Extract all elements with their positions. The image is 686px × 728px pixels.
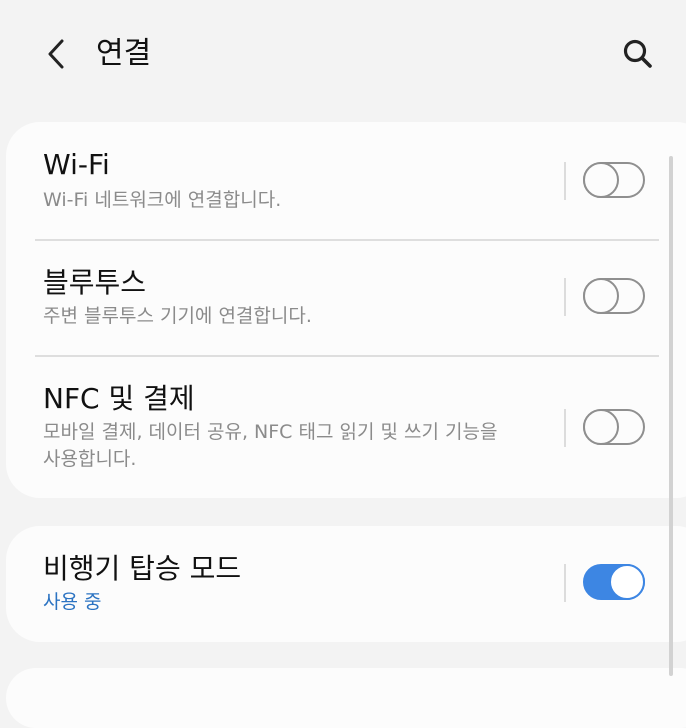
setting-row-nfc[interactable]: NFC 및 결제 모바일 결제, 데이터 공유, NFC 태그 읽기 및 쓰기 … [6,356,686,498]
row-divider [564,564,566,602]
back-button[interactable] [36,32,76,76]
search-button[interactable] [616,32,660,76]
airplane-mode-toggle[interactable] [583,564,645,600]
setting-title: Wi-Fi [43,148,110,181]
settings-card-airplane: 비행기 탑승 모드 사용 중 [6,526,686,642]
setting-subtitle: 주변 블루투스 기기에 연결합니다. [43,305,312,327]
settings-card-connections: Wi-Fi Wi-Fi 네트워크에 연결합니다. 블루투스 주변 블루투스 기기… [6,122,686,498]
setting-row-airplane-mode[interactable]: 비행기 탑승 모드 사용 중 [6,526,686,642]
toggle-knob [583,162,619,198]
bluetooth-toggle[interactable] [583,278,645,314]
nfc-toggle[interactable] [583,409,645,445]
wifi-toggle[interactable] [583,162,645,198]
setting-row-wifi[interactable]: Wi-Fi Wi-Fi 네트워크에 연결합니다. [6,122,686,240]
page-title: 연결 [96,36,152,71]
row-divider [564,162,566,200]
setting-subtitle-line1: 모바일 결제, 데이터 공유, NFC 태그 읽기 및 쓰기 기능을 [43,421,498,443]
setting-subtitle-line2: 사용합니다. [43,448,137,470]
chevron-left-icon [48,39,64,69]
setting-subtitle: Wi-Fi 네트워크에 연결합니다. [43,189,282,211]
row-divider [564,278,566,316]
row-divider [564,409,566,447]
search-icon [623,39,652,68]
toggle-knob [583,409,619,445]
setting-title: 비행기 탑승 모드 [43,552,242,585]
setting-row-bluetooth[interactable]: 블루투스 주변 블루투스 기기에 연결합니다. [6,240,686,356]
setting-title: NFC 및 결제 [43,382,195,415]
settings-card-next [6,668,686,728]
scrollbar[interactable] [669,156,673,676]
app-bar: 연결 [0,0,686,110]
setting-status: 사용 중 [43,591,102,613]
toggle-knob [609,564,645,600]
toggle-knob [583,278,619,314]
setting-title: 블루투스 [43,266,147,299]
